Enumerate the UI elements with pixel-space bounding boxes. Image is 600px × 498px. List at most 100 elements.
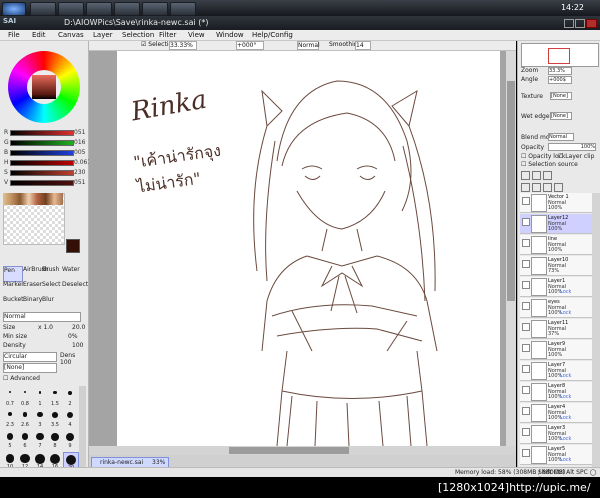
vertical-scroll-thumb[interactable]: [507, 81, 515, 301]
brush-size-cell[interactable]: 9: [63, 431, 77, 451]
color-slider-g[interactable]: [10, 140, 74, 146]
tool-select[interactable]: Select: [42, 281, 61, 288]
brush-grid-scrollbar[interactable]: [79, 386, 86, 470]
brush-size-cell[interactable]: 0.8: [18, 389, 32, 409]
shape-density[interactable]: Dens 100: [60, 352, 88, 366]
angle-value[interactable]: +000$: [548, 76, 572, 84]
size-multiplier[interactable]: x 1.0: [38, 324, 53, 331]
tool-bucket[interactable]: Bucket: [3, 296, 24, 303]
brush-size-cell[interactable]: 3: [33, 410, 47, 430]
menu-view[interactable]: View: [188, 31, 205, 39]
color-slider-r[interactable]: [10, 130, 74, 136]
slider-value-r[interactable]: 051: [74, 129, 85, 136]
taskbar-app-1[interactable]: [30, 2, 56, 16]
brush-size-cell[interactable]: 8: [48, 431, 62, 451]
visibility-toggle-icon[interactable]: [522, 428, 530, 436]
selection-source-checkbox[interactable]: ☐ Selection source: [521, 161, 578, 168]
opacity-slider[interactable]: 100%: [548, 143, 596, 151]
smoothing-field[interactable]: 14: [355, 41, 371, 50]
layer-row[interactable]: Layer11 Normal 37%: [520, 319, 598, 339]
visibility-toggle-icon[interactable]: [522, 365, 530, 373]
brush-size-cell[interactable]: 4: [63, 410, 77, 430]
maximize-icon[interactable]: [575, 19, 585, 28]
horizontal-scroll-thumb[interactable]: [229, 447, 349, 454]
navigator-preview[interactable]: [521, 43, 599, 67]
slider-value-g[interactable]: 016: [74, 139, 85, 146]
tool-water[interactable]: Water: [62, 266, 80, 273]
brush-size-cell[interactable]: 1: [33, 389, 47, 409]
layer-row[interactable]: Layer7 Normal 100% Lock: [520, 361, 598, 381]
new-folder-icon[interactable]: [532, 171, 541, 180]
size-value[interactable]: 20.0: [72, 324, 85, 331]
drawing-paper[interactable]: Rinka "เค้าน่ารักจุง ไม่น่ารัก": [117, 51, 500, 447]
layer-row[interactable]: Layer10 Normal 73%: [520, 256, 598, 276]
layer-row[interactable]: Layer12 Normal 100%: [520, 214, 598, 234]
visibility-toggle-icon[interactable]: [522, 449, 530, 457]
slider-value-s[interactable]: 230: [74, 169, 85, 176]
start-button[interactable]: [2, 2, 26, 16]
slider-value-b[interactable]: 005: [74, 149, 85, 156]
new-vector-layer-icon[interactable]: [543, 171, 552, 180]
color-square[interactable]: [32, 75, 56, 99]
color-slider-v[interactable]: [10, 180, 74, 186]
menu-canvas[interactable]: Canvas: [58, 31, 84, 39]
layer-row[interactable]: Layer3 Normal 100% Lock: [520, 424, 598, 444]
texture-select[interactable]: [None]: [550, 92, 572, 100]
brush-size-cell[interactable]: 0.7: [3, 389, 17, 409]
tool-deselect[interactable]: Deselect: [62, 281, 88, 288]
tool-marker[interactable]: Marker: [3, 281, 24, 288]
visibility-toggle-icon[interactable]: [522, 407, 530, 415]
advanced-checkbox[interactable]: ☐ Advanced: [3, 375, 40, 382]
brush-texture-select[interactable]: [None]: [3, 363, 57, 373]
brush-blend-select[interactable]: Normal: [3, 312, 81, 322]
brush-shape-select[interactable]: Circular: [3, 352, 57, 362]
taskbar-app-5[interactable]: [142, 2, 168, 16]
color-slider-b[interactable]: [10, 150, 74, 156]
layer-row[interactable]: Vector 1 Normal 100%: [520, 193, 598, 213]
canvas-vertical-scrollbar[interactable]: [506, 51, 516, 446]
visibility-toggle-icon[interactable]: [522, 386, 530, 394]
tool-eraser[interactable]: Eraser: [23, 281, 42, 288]
brush-size-cell[interactable]: 7: [33, 431, 47, 451]
visibility-toggle-icon[interactable]: [522, 302, 530, 310]
brush-size-cell[interactable]: 3.5: [48, 410, 62, 430]
close-icon[interactable]: [586, 19, 597, 28]
blend-field[interactable]: Normal: [297, 41, 320, 50]
color-wheel[interactable]: [8, 51, 80, 123]
density-value[interactable]: 100: [72, 342, 83, 349]
canvas-area[interactable]: Rinka "เค้าน่ารักจุง ไม่น่ารัก": [89, 51, 516, 455]
layer-row[interactable]: eyes Normal 100% Lock: [520, 298, 598, 318]
menu-edit[interactable]: Edit: [32, 31, 46, 39]
menu-filter[interactable]: Filter: [159, 31, 176, 39]
layer-row[interactable]: Layer4 Normal 100% Lock: [520, 403, 598, 423]
menu-file[interactable]: File: [8, 31, 20, 39]
brush-size-cell[interactable]: 2: [63, 389, 77, 409]
brush-size-cell[interactable]: 2.3: [3, 410, 17, 430]
tool-brush[interactable]: Brush: [42, 266, 59, 273]
delete-layer-icon[interactable]: [554, 183, 563, 192]
blend-mode-select[interactable]: Normal: [548, 133, 574, 141]
canvas-horizontal-scrollbar[interactable]: [89, 446, 516, 455]
clear-layer-icon[interactable]: [543, 183, 552, 192]
zoom-value[interactable]: 33.3%: [548, 67, 572, 75]
color-slider-s[interactable]: [10, 170, 74, 176]
visibility-toggle-icon[interactable]: [522, 344, 530, 352]
angle-field[interactable]: +000°: [236, 41, 264, 50]
layer-row[interactable]: Layer1 Normal 100% Lock: [520, 277, 598, 297]
tool-pen[interactable]: Pen: [3, 266, 23, 282]
layer-row[interactable]: Layer8 Normal 100% Lock: [520, 382, 598, 402]
menu-help[interactable]: Help/Config: [252, 31, 293, 39]
navigator-viewport[interactable]: [548, 48, 570, 64]
swatch-row[interactable]: [3, 193, 63, 205]
min-size-value[interactable]: 0%: [68, 333, 78, 340]
taskbar-app-4[interactable]: [114, 2, 140, 16]
visibility-toggle-icon[interactable]: [522, 218, 530, 226]
visibility-toggle-icon[interactable]: [522, 239, 530, 247]
slider-value-v[interactable]: 051: [74, 179, 85, 186]
color-slider-h[interactable]: [10, 160, 74, 166]
brush-size-cell[interactable]: 5: [3, 431, 17, 451]
layer-row[interactable]: Layer9 Normal 100%: [520, 340, 598, 360]
visibility-toggle-icon[interactable]: [522, 260, 530, 268]
copy-layer-icon[interactable]: [521, 183, 530, 192]
visibility-toggle-icon[interactable]: [522, 197, 530, 205]
